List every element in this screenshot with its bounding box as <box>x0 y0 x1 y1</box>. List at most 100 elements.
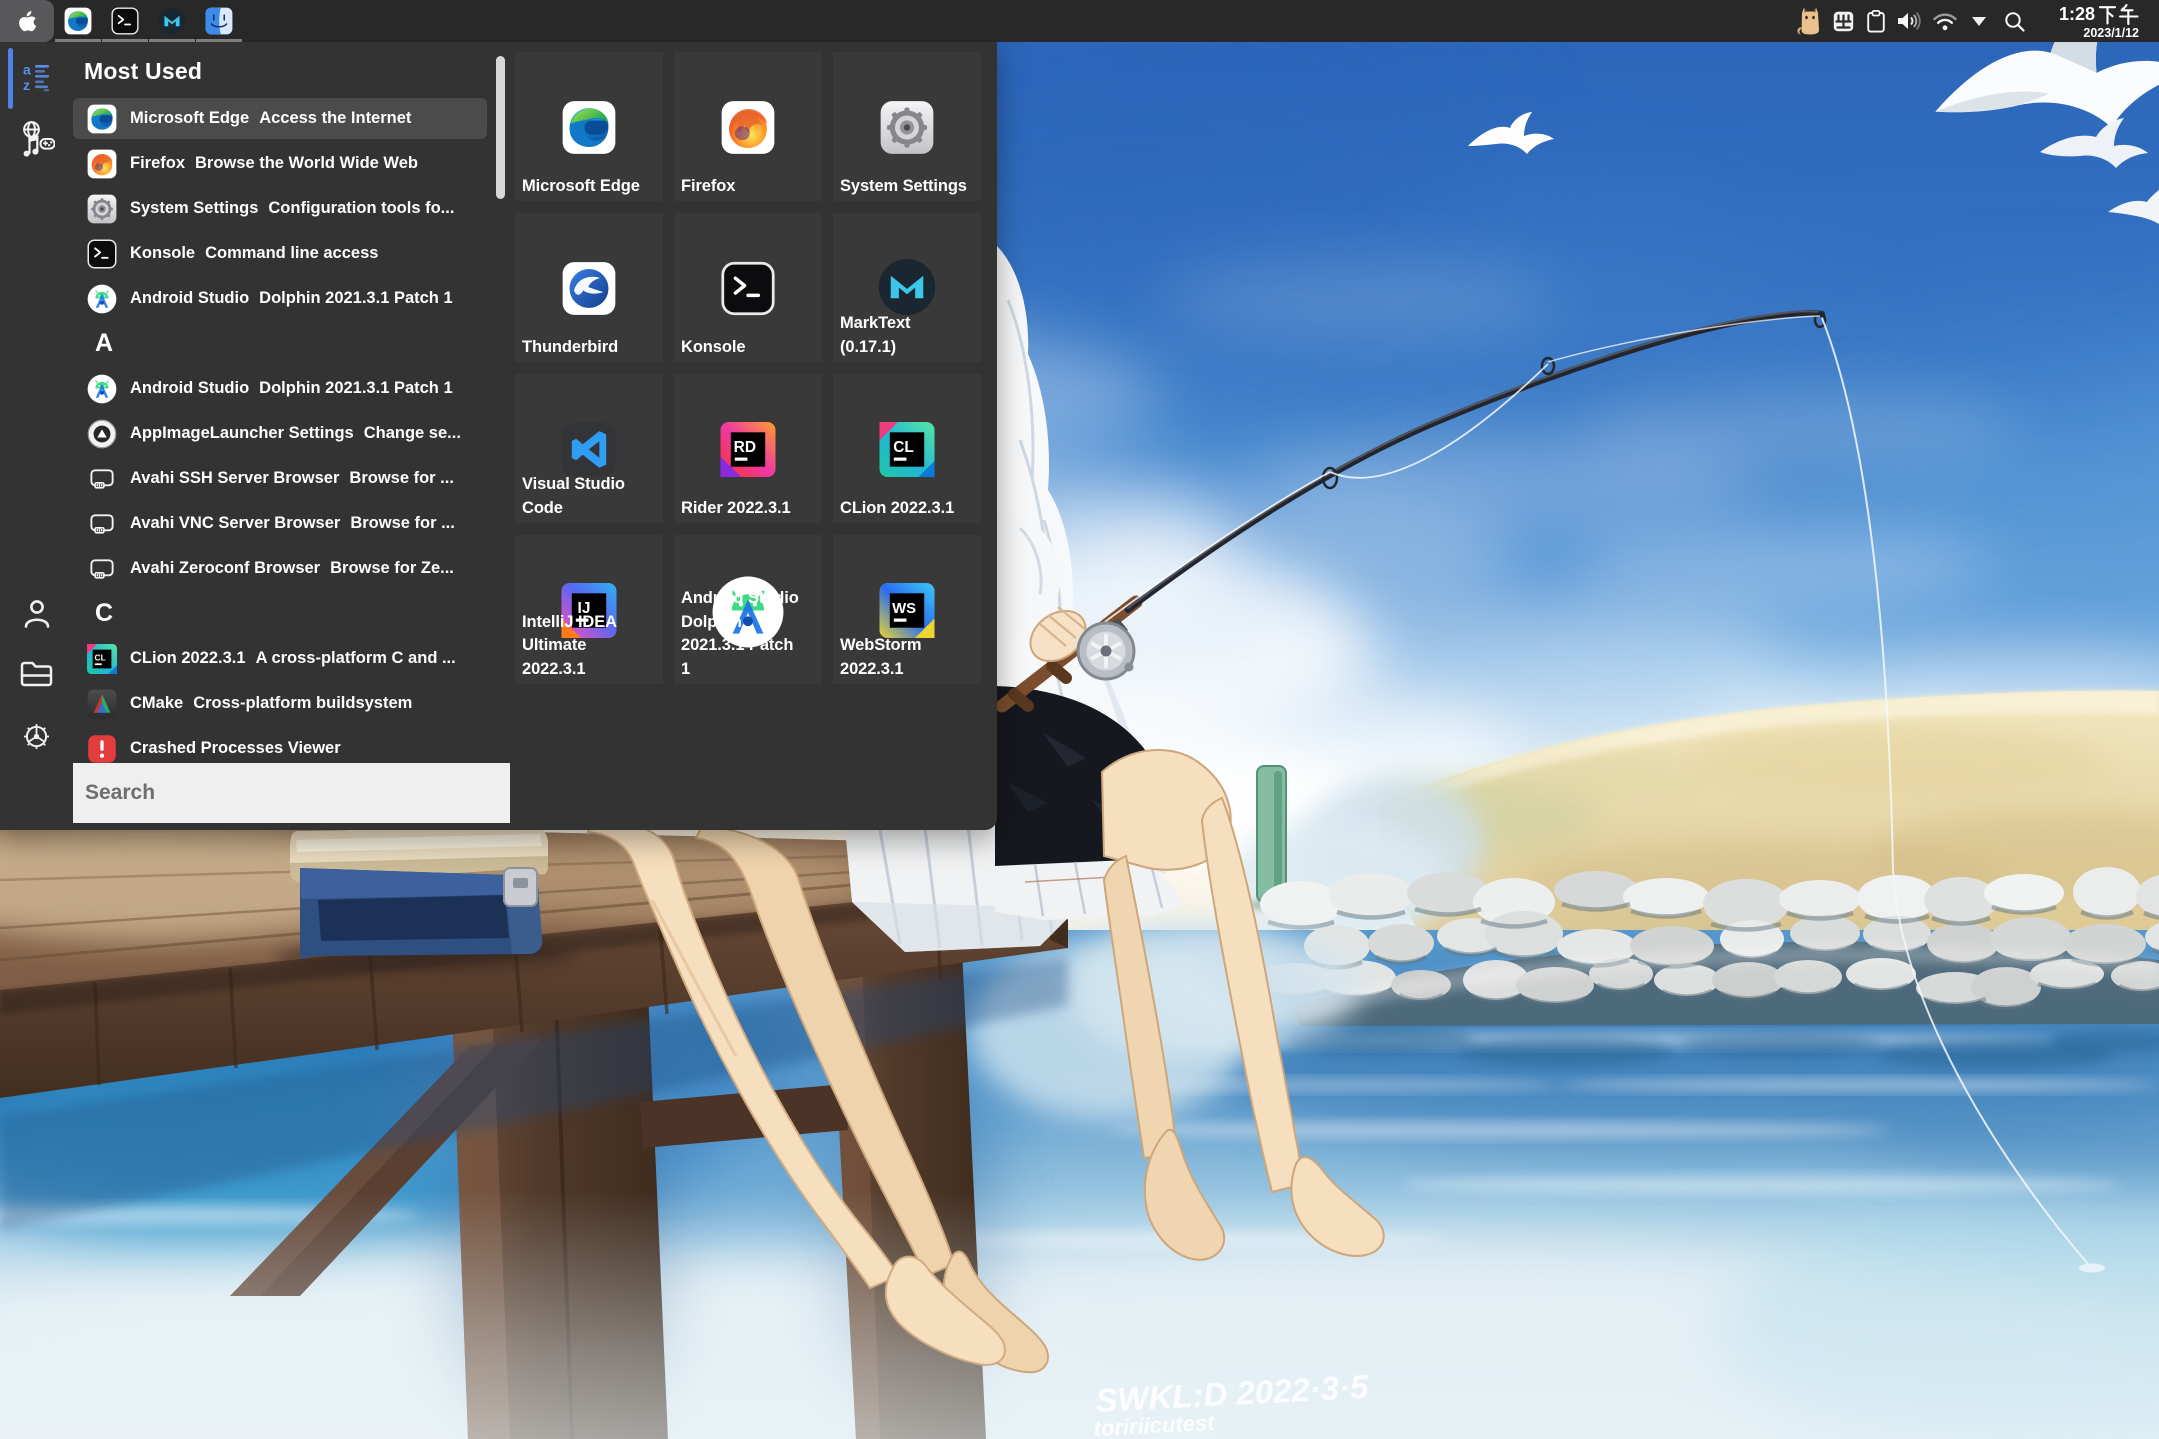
grid-app-rider[interactable]: Rider 2022.3.1 <box>674 374 822 523</box>
avahi-icon <box>87 464 117 494</box>
app-name: Crashed Processes Viewer <box>130 739 341 758</box>
system-settings-icon <box>880 100 935 155</box>
grid-app-system-settings[interactable]: System Settings <box>833 52 981 201</box>
clipboard-icon[interactable] <box>1860 0 1891 42</box>
caret-down-icon[interactable] <box>1963 0 1995 42</box>
app-list-item-clion[interactable]: CLion 2022.3.1 A cross-platform C and ..… <box>73 638 487 679</box>
svg-text:z: z <box>23 77 30 92</box>
app-list-item-cmake[interactable]: CMake Cross-platform buildsystem <box>73 683 487 724</box>
app-name: Android Studio <box>130 289 249 308</box>
pm-label-glyph <box>2099 4 2139 25</box>
grid-app-label: Konsole <box>681 336 817 359</box>
grid-app-label: System Settings <box>840 175 976 198</box>
sidebar-tab-categories[interactable] <box>0 120 73 158</box>
app-description: Command line access <box>205 244 378 263</box>
app-name: Avahi SSH Server Browser <box>130 469 339 488</box>
app-name: Firefox <box>130 154 185 173</box>
app-description: Configuration tools fo... <box>268 199 454 218</box>
sidebar-user-button[interactable] <box>0 598 73 629</box>
section-title: Most Used <box>84 58 202 85</box>
crashed-processes-icon <box>87 734 117 764</box>
cmake-icon <box>87 689 117 719</box>
app-list-item-system-settings[interactable]: System Settings Configuration tools fo..… <box>73 188 487 229</box>
search-icon[interactable] <box>1995 0 2033 42</box>
app-description: Browse the World Wide Web <box>195 154 418 173</box>
app-list-item-konsole[interactable]: Konsole Command line access <box>73 233 487 274</box>
app-description: Browse for ... <box>349 469 454 488</box>
list-scrollbar[interactable] <box>496 56 505 199</box>
volume-icon[interactable] <box>1891 0 1927 42</box>
grid-app-label: Android Studio Dolphin 2021.3.1 Patch 1 <box>681 587 806 681</box>
apple-menu-button[interactable] <box>0 0 54 42</box>
app-list-item-android-studio-2[interactable]: Android Studio Dolphin 2021.3.1 Patch 1 <box>73 368 487 409</box>
user-icon <box>21 598 53 629</box>
running-indicator <box>102 39 148 42</box>
grid-app-marktext[interactable]: MarkText (0.17.1) <box>833 213 981 362</box>
desktop: SWKL:D 2022·3·5 toririicutest <box>0 0 2159 1439</box>
clock-time: 1:28 <box>2043 3 2139 25</box>
app-list-item-firefox[interactable]: Firefox Browse the World Wide Web <box>73 143 487 184</box>
grid-app-label: Microsoft Edge <box>522 175 658 198</box>
visual-studio-code-icon <box>562 422 617 477</box>
search-input[interactable] <box>73 763 510 823</box>
cat-pet-icon[interactable] <box>1793 0 1827 42</box>
app-list-item-avahi-zeroconf[interactable]: Avahi Zeroconf Browser Browse for Ze... <box>73 548 487 589</box>
firefox-icon <box>721 100 776 155</box>
app-description: Dolphin 2021.3.1 Patch 1 <box>259 289 453 308</box>
system-settings-icon <box>87 194 117 224</box>
sidebar-settings-button[interactable] <box>0 721 73 752</box>
konsole-icon <box>87 239 117 269</box>
grid-app-label: MarkText (0.17.1) <box>840 312 935 359</box>
app-list-section-a: A <box>73 323 510 364</box>
grid-app-webstorm[interactable]: WebStorm 2022.3.1 <box>833 535 981 684</box>
top-bar: 1:28 2023/1/12 <box>0 0 2159 42</box>
app-list-item-android-studio[interactable]: Android Studio Dolphin 2021.3.1 Patch 1 <box>73 278 487 319</box>
marktext-icon <box>158 7 186 35</box>
input-method-icon[interactable] <box>1827 0 1860 42</box>
grid-app-intellij-idea[interactable]: IntelliJ IDEA Ultimate 2022.3.1 <box>515 535 663 684</box>
avahi-icon <box>87 554 117 584</box>
app-list-item-avahi-ssh[interactable]: Avahi SSH Server Browser Browse for ... <box>73 458 487 499</box>
app-name: Avahi Zeroconf Browser <box>130 559 320 578</box>
taskbar-app-finder[interactable] <box>196 0 242 42</box>
app-list-item-appimagelauncher[interactable]: AppImageLauncher Settings Change se... <box>73 413 487 454</box>
settings-gear-icon <box>21 721 52 752</box>
grid-app-android-studio[interactable]: Android Studio Dolphin 2021.3.1 Patch 1 <box>674 535 822 684</box>
konsole-icon <box>721 261 776 316</box>
taskbar-app-edge[interactable] <box>55 0 101 42</box>
clion-icon <box>87 644 117 674</box>
app-list-item-microsoft-edge[interactable]: Microsoft Edge Access the Internet <box>73 98 487 139</box>
sidebar-files-button[interactable] <box>0 660 73 688</box>
clock-date: 2023/1/12 <box>2043 27 2139 40</box>
app-name: CMake <box>130 694 183 713</box>
running-indicator <box>149 39 195 42</box>
wifi-icon[interactable] <box>1927 0 1963 42</box>
grid-app-clion[interactable]: CLion 2022.3.1 <box>833 374 981 523</box>
app-name: Microsoft Edge <box>130 109 249 128</box>
categories-icon <box>19 120 55 158</box>
svg-text:a: a <box>23 63 31 78</box>
clock-time-value: 1:28 <box>2059 5 2095 23</box>
folder-icon <box>20 660 53 688</box>
taskbar-app-marktext[interactable] <box>149 0 195 42</box>
grid-app-label: Visual Studio Code <box>522 473 658 520</box>
clion-icon <box>880 422 935 477</box>
microsoft-edge-icon <box>562 100 617 155</box>
grid-app-microsoft-edge[interactable]: Microsoft Edge <box>515 52 663 201</box>
grid-app-visual-studio-code[interactable]: Visual Studio Code <box>515 374 663 523</box>
grid-app-thunderbird[interactable]: Thunderbird <box>515 213 663 362</box>
app-description: Browse for Ze... <box>330 559 454 578</box>
grid-app-label: Rider 2022.3.1 <box>681 497 817 520</box>
app-list-item-avahi-vnc[interactable]: Avahi VNC Server Browser Browse for ... <box>73 503 487 544</box>
app-name: System Settings <box>130 199 258 218</box>
taskbar-app-konsole[interactable] <box>102 0 148 42</box>
clock[interactable]: 1:28 2023/1/12 <box>2043 3 2139 40</box>
grid-app-firefox[interactable]: Firefox <box>674 52 822 201</box>
app-list-section-c: C <box>73 593 510 634</box>
android-studio-icon <box>87 374 117 404</box>
sidebar-tab-all-apps[interactable]: a z <box>0 63 73 92</box>
app-name: Konsole <box>130 244 195 263</box>
grid-app-konsole[interactable]: Konsole <box>674 213 822 362</box>
grid-app-label: Thunderbird <box>522 336 658 359</box>
running-indicator <box>55 39 101 42</box>
